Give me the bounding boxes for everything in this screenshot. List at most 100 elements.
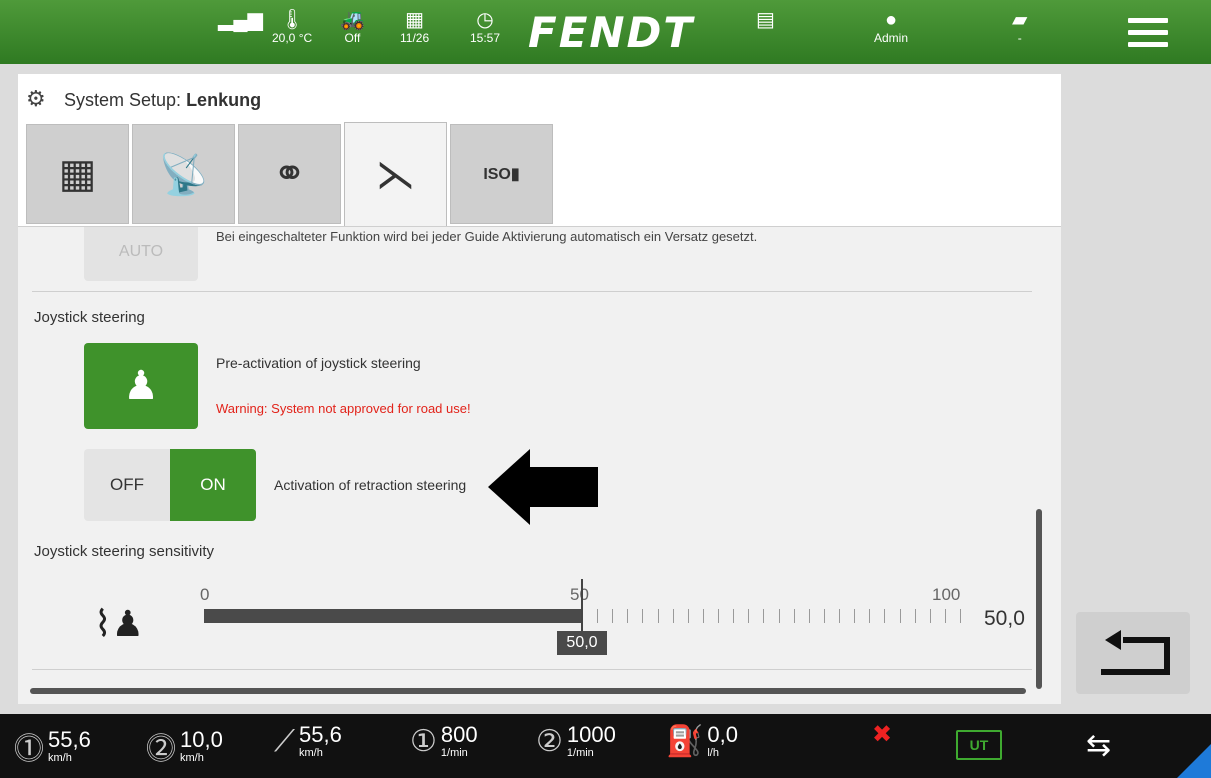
joystick-preactivation-button[interactable]: ♟ [84, 343, 198, 429]
slider-max-label: 100 [932, 585, 961, 604]
slider-tick [597, 609, 599, 623]
sensitivity-section-label: Joystick steering sensitivity [34, 543, 215, 560]
switch-view-icon[interactable]: ⇆ [1086, 728, 1111, 763]
slider-tick [657, 609, 659, 623]
user-value: Admin [874, 31, 909, 45]
network-icon: ⚭ [272, 152, 307, 196]
slider-tick [839, 609, 841, 623]
joystick-section-label: Joystick steering [34, 309, 145, 326]
signal-icon: ▂▄▆ [218, 9, 263, 31]
date-value: 11/26 [400, 31, 430, 45]
pto2-readout[interactable]: ② 1000 1/min [536, 724, 616, 760]
field-status[interactable]: ▰ - [1012, 8, 1027, 45]
slider-mid-label: 50 [570, 585, 589, 604]
universal-terminal-button[interactable]: UT [956, 730, 1002, 760]
slider-tick [808, 609, 810, 623]
temperature-value: 20,0 °C [272, 31, 313, 45]
slider-tick [914, 609, 916, 623]
back-button[interactable] [1076, 612, 1190, 694]
horizontal-scrollbar[interactable] [30, 688, 1026, 694]
slider-tick [642, 609, 644, 623]
top-status-bar: ▂▄▆ 🌡 20,0 °C 🚜 Off ▦ 11/26 ◷ 15:57 FEND… [0, 0, 1211, 64]
tab-isobus[interactable]: ISO▮ [450, 124, 553, 224]
slider-tick [748, 609, 750, 623]
calendar-clock-icon: ▦ [58, 152, 97, 196]
satellite-icon: 📡 [158, 152, 209, 197]
fuel-readout[interactable]: ⛽ 0,0 l/h [666, 724, 738, 760]
retraction-steering-toggle[interactable]: OFF ON [84, 449, 256, 521]
tab-steering[interactable]: ⋋ [344, 122, 447, 226]
slider-tick [960, 609, 961, 623]
pto-2-icon: ② [536, 725, 563, 758]
speedometer-2-icon: ⓶ [146, 733, 176, 766]
back-arrow-icon [1101, 630, 1170, 675]
offset-description: Bei eingeschalteter Funktion wird bei je… [216, 229, 758, 244]
pointer-arrow-icon [488, 449, 598, 525]
date-status[interactable]: ▦ 11/26 [400, 8, 429, 45]
time-value: 15:57 [470, 31, 501, 45]
toggle-off[interactable]: OFF [84, 449, 170, 521]
implement-disabled-icon[interactable]: ✖ [872, 720, 892, 749]
menu-button[interactable] [1128, 18, 1168, 48]
steering-icon: ⋋ [375, 152, 416, 197]
tab-network[interactable]: ⚭ [238, 124, 341, 224]
toggle-on[interactable]: ON [170, 449, 256, 521]
user-status[interactable]: ● Admin [874, 8, 908, 45]
slider-tick [854, 609, 856, 623]
retraction-label: Activation of retraction steering [274, 477, 467, 493]
corner-indicator [1177, 744, 1211, 778]
slider-tick [929, 609, 931, 623]
slider-tick [627, 609, 629, 623]
slider-tick [718, 609, 720, 623]
clock-icon: ◷ [476, 9, 494, 31]
system-setup-panel: ⚙ System Setup: Lenkung ▦ 📡 ⚭ ⋋ ISO▮ AUT… [18, 74, 1061, 704]
tractor-icon: 🚜 [340, 9, 365, 31]
bottom-status-bar: ⓵ 55,6 km/h ⓶ 10,0 km/h ⟋ 55,6 km/h ① 800 1/… [0, 714, 1211, 778]
time-status[interactable]: ◷ 15:57 [470, 8, 500, 45]
speed1-readout[interactable]: ⓵ 55,6 km/h [14, 724, 91, 768]
ground-speed-icon: ⟋ [274, 724, 295, 758]
slider-tick [702, 609, 704, 623]
slider-value-badge: 50,0 [557, 631, 607, 655]
joystick-icon: ♟ [123, 364, 159, 408]
speed2-readout[interactable]: ⓶ 10,0 km/h [146, 724, 223, 768]
pto1-readout[interactable]: ① 800 1/min [410, 724, 478, 760]
auto-offset-button[interactable]: AUTO [84, 227, 198, 281]
slider-tick [612, 609, 614, 623]
slider-tick [944, 609, 946, 623]
field-value: - [1017, 31, 1022, 45]
document-icon[interactable]: ▤ [756, 8, 775, 32]
pto-1-icon: ① [410, 725, 437, 758]
slider-tick [763, 609, 765, 623]
tab-schedule[interactable]: ▦ [26, 124, 129, 224]
field-icon: ▰ [1012, 9, 1028, 31]
slider-value-display: 50,0 [984, 607, 1025, 630]
slider-tick [869, 609, 871, 623]
divider [32, 291, 1032, 292]
preactivation-label: Pre-activation of joystick steering [216, 355, 421, 371]
speed3-readout[interactable]: ⟋ 55,6 km/h [274, 724, 342, 760]
tab-gps[interactable]: 📡 [132, 124, 235, 224]
road-warning: Warning: System not approved for road us… [216, 401, 471, 416]
slider-tick [733, 609, 735, 623]
slider-min-label: 0 [200, 585, 210, 604]
joystick-sensitivity-icon: ⌇♟ [94, 603, 144, 644]
divider [32, 669, 1032, 670]
slider-tick [884, 609, 886, 623]
slider-tick [823, 609, 825, 623]
temperature-status[interactable]: 🌡 20,0 °C [272, 8, 312, 45]
vertical-scrollbar[interactable] [1036, 509, 1042, 689]
menu-icon [1128, 18, 1168, 23]
pto-value: Off [344, 31, 361, 45]
settings-content: AUTO Bei eingeschalteter Funktion wird b… [18, 226, 1061, 704]
slider-tick [672, 609, 674, 623]
fuel-pump-icon: ⛽ [666, 725, 704, 758]
gear-icon: ⚙ [26, 86, 46, 111]
isobus-icon: ISO▮ [483, 166, 520, 183]
pto-status[interactable]: 🚜 Off [340, 8, 365, 45]
slider-tick [778, 609, 780, 623]
slider-handle[interactable] [581, 579, 583, 635]
slider-tick [793, 609, 795, 623]
calendar-icon: ▦ [405, 9, 425, 31]
thermometer-icon: 🌡 [279, 9, 305, 31]
